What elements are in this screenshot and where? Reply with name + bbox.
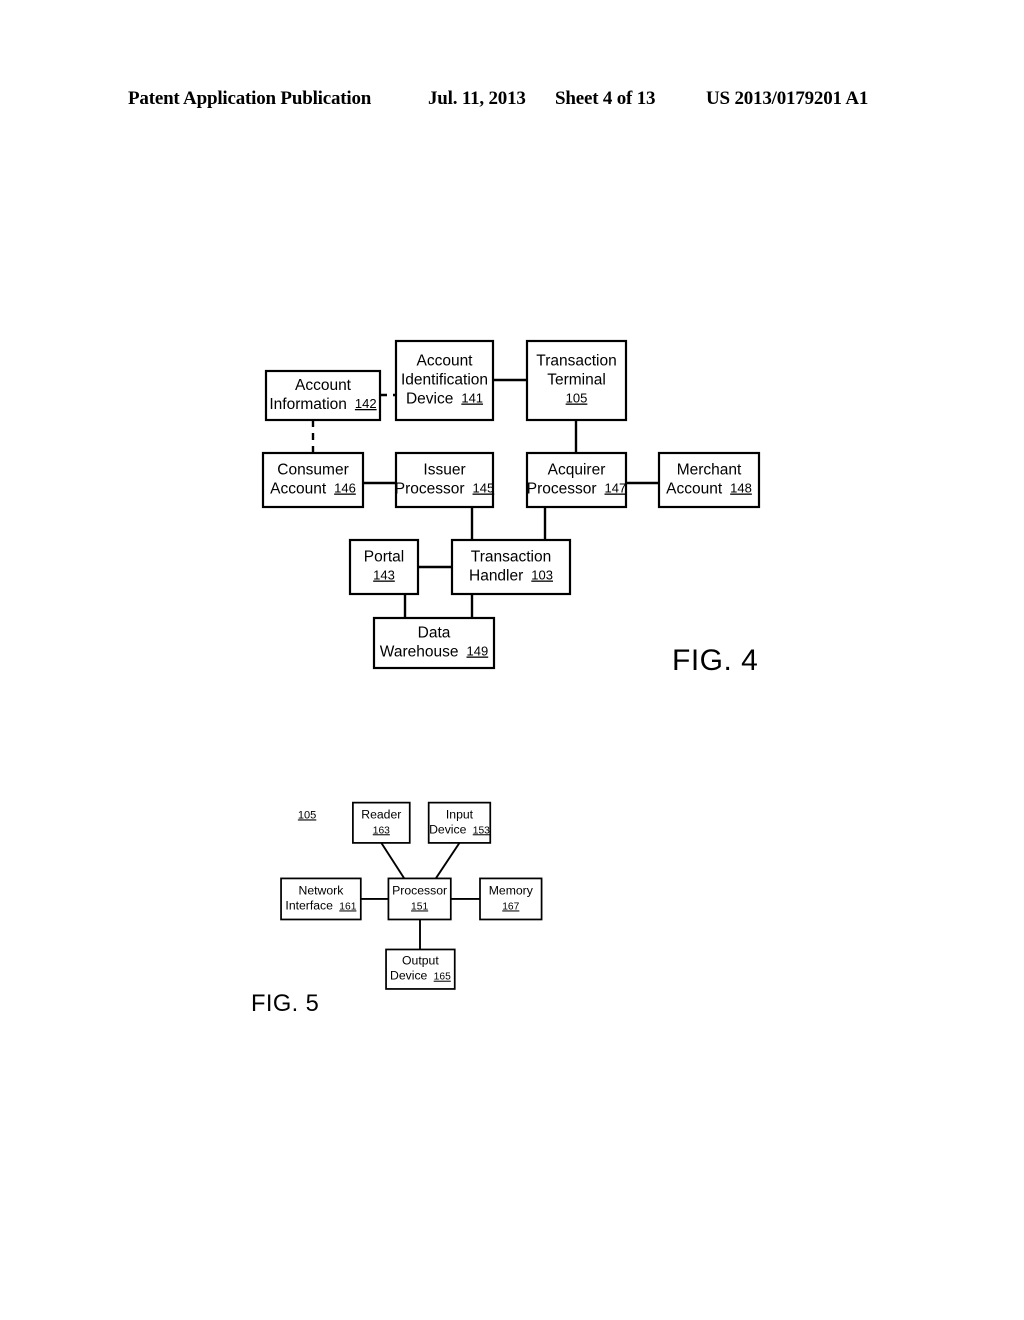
issuer-processor-line-1: Issuer: [423, 462, 465, 479]
node-data-warehouse: Data Warehouse 149: [372, 616, 496, 670]
node-portal: Portal 143: [348, 538, 420, 596]
transaction-terminal-line-2: Terminal: [547, 372, 606, 389]
figure-5-caption: FIG. 5: [251, 991, 319, 1017]
node-acquirer-processor: Acquirer Processor 147: [525, 451, 628, 509]
link-reader-to-processor: [380, 842, 406, 879]
network-interface-line-2: Interface 161: [285, 899, 356, 913]
transaction-terminal-line-3: 105: [566, 391, 588, 406]
merchant-account-line-1: Merchant: [677, 462, 742, 479]
account-identification-device-line-2: Identification: [401, 372, 488, 389]
link-input-device-to-processor: [435, 842, 461, 879]
page-header: Patent Application Publication Jul. 11, …: [0, 88, 1024, 114]
header-date: Jul. 11, 2013: [428, 88, 526, 109]
input-device-line-1: Input: [446, 807, 474, 821]
node-network-interface: NetworkInterface 161: [280, 877, 362, 921]
acquirer-processor-line-2: Processor 147: [527, 481, 626, 498]
consumer-account-line-1: Consumer: [277, 462, 349, 479]
figure-5-diagram: Reader 163 Input Device 153 Network Interface 1…: [0, 790, 1024, 1090]
memory-line-1: Memory: [489, 884, 534, 898]
reader-line-1: Reader: [361, 807, 401, 821]
node-transaction-handler: Transaction Handler 103: [450, 538, 572, 596]
figure-4-diagram: Account Information 142 Account Identificati…: [0, 320, 1024, 700]
node-issuer-processor: Issuer Processor 145: [395, 451, 494, 509]
reader-line-2: 163: [373, 825, 390, 836]
node-memory: Memory 167: [479, 877, 543, 921]
processor-line-1: Processor: [392, 884, 447, 898]
transaction-handler-line-2: Handler 103: [469, 568, 553, 585]
node-account-identification-device: Account Identification Device 141: [394, 339, 495, 422]
account-identification-device-line-3: Device 141: [406, 391, 483, 408]
portal-line-1: Portal: [364, 549, 405, 566]
consumer-account-line-2: Account 146: [270, 481, 356, 498]
merchant-account-line-2: Account 148: [666, 481, 752, 498]
node-input-device: InputDevice 153: [427, 801, 492, 844]
node-merchant-account: Merchant Account 148: [657, 451, 761, 509]
header-publication-title: Patent Application Publication: [128, 88, 372, 109]
figure-4-caption: FIG. 4: [672, 644, 758, 677]
acquirer-processor-line-1: Acquirer: [548, 462, 606, 479]
processor-line-2: 151: [411, 901, 428, 912]
terminal-reference-105: 105: [298, 809, 316, 821]
node-output-device: OutputDevice 165: [385, 948, 456, 990]
issuer-processor-line-2: Processor 145: [395, 481, 494, 498]
node-processor: Processor 151: [387, 877, 452, 921]
header-patent-number: US 2013/0179201 A1: [706, 88, 869, 109]
header-sheet-number: Sheet 4 of 13: [555, 88, 656, 109]
data-warehouse-line-2: Warehouse 149: [380, 644, 488, 661]
output-device-line-1: Output: [402, 954, 439, 968]
account-information-line-1: Account: [295, 377, 352, 394]
node-consumer-account: Consumer Account 146: [261, 451, 365, 509]
account-information-line-2: Information 142: [269, 396, 376, 413]
transaction-handler-line-1: Transaction: [471, 549, 551, 566]
portal-line-2: 143: [373, 568, 395, 583]
account-identification-device-line-1: Account: [416, 353, 473, 370]
node-reader: Reader 163: [352, 801, 411, 844]
output-device-line-2: Device 165: [390, 969, 451, 983]
node-account-information: Account Information 142: [264, 369, 382, 422]
data-warehouse-line-1: Data: [418, 625, 451, 642]
network-interface-line-1: Network: [299, 884, 345, 898]
input-device-line-2: Device 153: [429, 822, 490, 836]
transaction-terminal-line-1: Transaction: [536, 353, 616, 370]
memory-line-2: 167: [502, 901, 519, 912]
node-transaction-terminal: Transaction Terminal 105: [525, 339, 628, 422]
